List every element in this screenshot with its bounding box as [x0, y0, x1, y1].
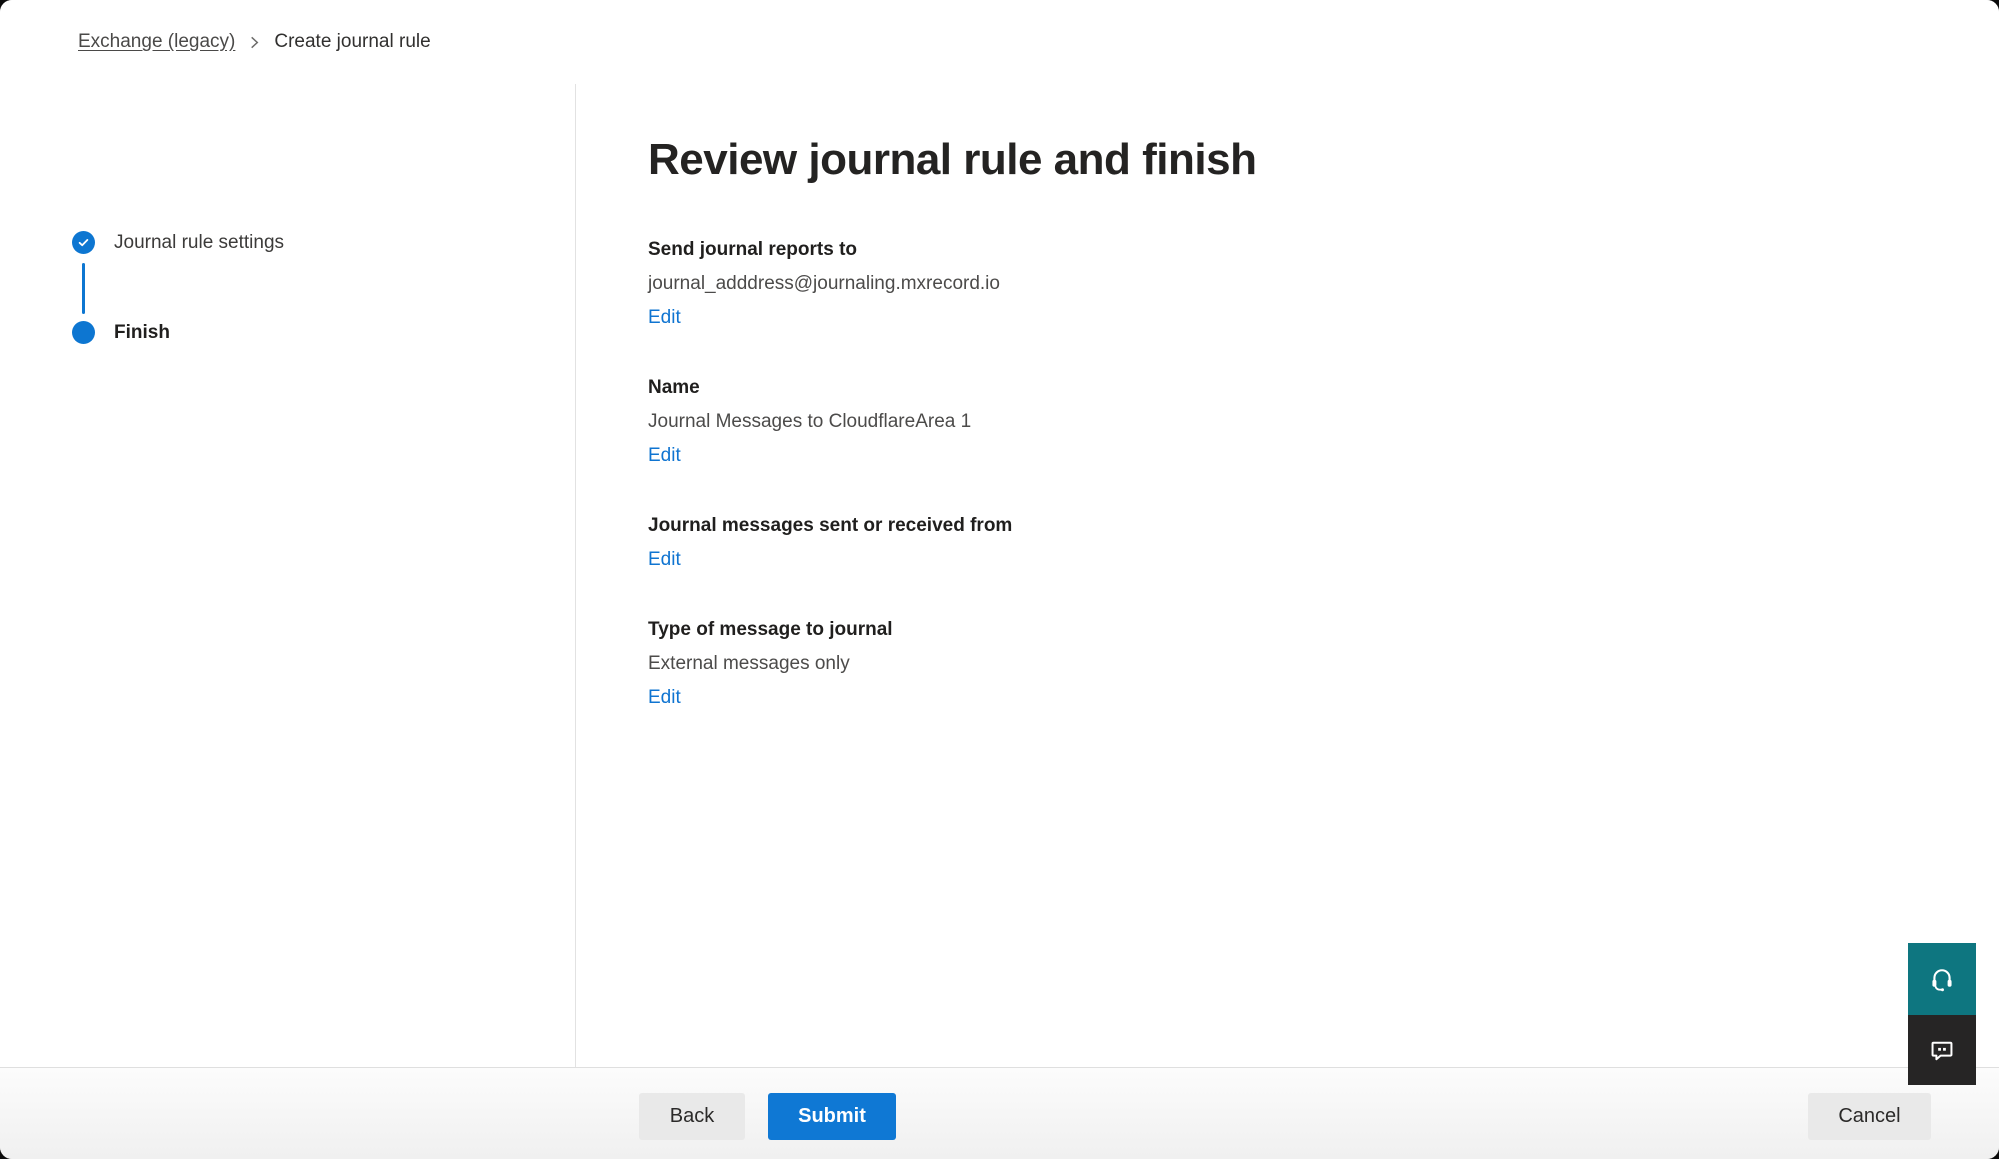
headset-icon: [1928, 965, 1956, 993]
section-label: Type of message to journal: [648, 613, 1999, 647]
breadcrumb-current-page: Create journal rule: [274, 31, 430, 53]
page-header: Exchange (legacy) Create journal rule: [0, 0, 1999, 85]
step-connector-line: [82, 263, 85, 314]
section-label: Send journal reports to: [648, 233, 1999, 267]
wizard-step-label: Finish: [114, 322, 170, 344]
current-step-dot-icon: [72, 321, 95, 344]
chevron-right-icon: [247, 35, 262, 50]
wizard-steps-sidebar: Journal rule settings Finish: [0, 84, 576, 1067]
wizard-step-finish[interactable]: Finish: [72, 321, 170, 344]
back-button[interactable]: Back: [639, 1093, 745, 1140]
edit-link[interactable]: Edit: [648, 681, 681, 715]
section-journal-messages-sent-or-received-from: Journal messages sent or received from E…: [648, 509, 1999, 577]
section-label: Name: [648, 371, 1999, 405]
section-value: Journal Messages to CloudflareArea 1: [648, 405, 1999, 439]
breadcrumb: Exchange (legacy) Create journal rule: [78, 31, 431, 53]
edit-link[interactable]: Edit: [648, 301, 681, 335]
chat-icon: [1928, 1036, 1956, 1064]
completed-step-check-icon: [72, 231, 95, 254]
submit-button[interactable]: Submit: [768, 1093, 896, 1140]
wizard-step-journal-rule-settings[interactable]: Journal rule settings: [72, 231, 284, 254]
wizard-step-label: Journal rule settings: [114, 232, 284, 254]
breadcrumb-link-exchange-legacy[interactable]: Exchange (legacy): [78, 31, 235, 53]
app-window: Exchange (legacy) Create journal rule Jo…: [0, 0, 1999, 1159]
section-name: Name Journal Messages to CloudflareArea …: [648, 371, 1999, 473]
wizard-footer: Back Submit Cancel: [0, 1067, 1999, 1159]
review-sections: Send journal reports to journal_adddress…: [648, 233, 1999, 715]
page-title: Review journal rule and finish: [648, 133, 1999, 186]
section-label: Journal messages sent or received from: [648, 509, 1999, 543]
edit-link[interactable]: Edit: [648, 543, 681, 577]
feedback-button[interactable]: [1908, 1015, 1976, 1085]
review-panel: Review journal rule and finish Send jour…: [576, 84, 1999, 1067]
section-send-journal-reports-to: Send journal reports to journal_adddress…: [648, 233, 1999, 335]
edit-link[interactable]: Edit: [648, 439, 681, 473]
help-button[interactable]: [1908, 943, 1976, 1015]
section-type-of-message-to-journal: Type of message to journal External mess…: [648, 613, 1999, 715]
cancel-button[interactable]: Cancel: [1808, 1093, 1931, 1140]
section-value: External messages only: [648, 647, 1999, 681]
section-value: journal_adddress@journaling.mxrecord.io: [648, 267, 1999, 301]
